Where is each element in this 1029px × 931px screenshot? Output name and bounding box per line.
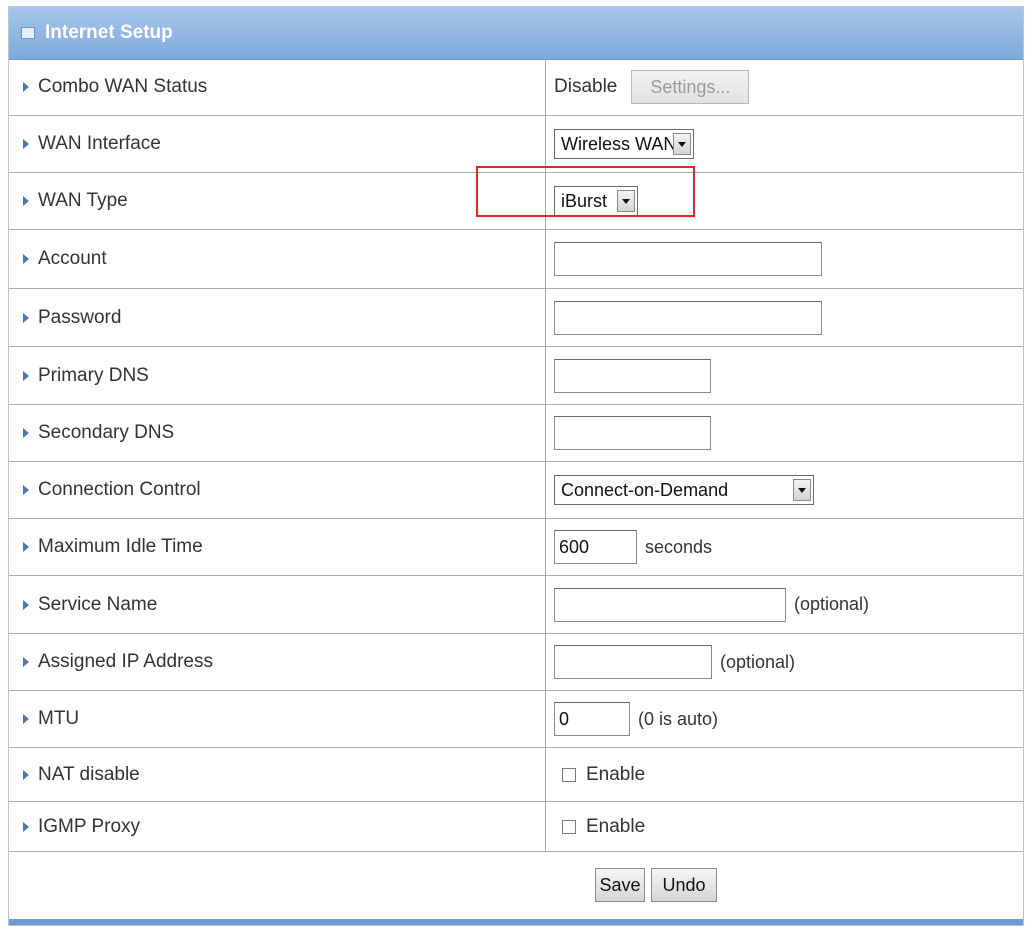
row-label: NAT disable — [38, 763, 140, 785]
bullet-arrow-icon — [23, 196, 29, 206]
secondary-dns-input[interactable] — [554, 416, 711, 450]
row-label: WAN Type — [38, 190, 128, 211]
bullet-arrow-icon — [23, 769, 29, 780]
row-label: Connection Control — [38, 479, 201, 500]
row-password: Password — [9, 289, 1023, 347]
panel-bottom-bar — [9, 919, 1023, 925]
combo-wan-status-value: Disable — [554, 76, 618, 97]
panel-header-icon — [21, 27, 35, 39]
row-service-name: Service Name (optional) — [9, 576, 1023, 634]
row-label: Secondary DNS — [38, 422, 175, 443]
row-igmp-proxy: IGMP Proxy Enable — [9, 802, 1023, 852]
primary-dns-input[interactable] — [554, 358, 711, 393]
chevron-down-icon[interactable] — [793, 479, 811, 501]
chevron-down-icon[interactable] — [617, 190, 635, 212]
mtu-input[interactable] — [554, 702, 630, 736]
nat-disable-checkbox-label: Enable — [586, 763, 646, 785]
row-account: Account — [9, 230, 1023, 289]
bullet-arrow-icon — [23, 254, 29, 264]
row-label: WAN Interface — [38, 133, 161, 154]
connection-control-selected: Connect-on-Demand — [561, 479, 729, 500]
mtu-hint: (0 is auto) — [638, 708, 719, 729]
row-label: Combo WAN Status — [38, 76, 208, 97]
password-input[interactable] — [554, 300, 822, 335]
account-input[interactable] — [554, 242, 822, 276]
wan-interface-select[interactable]: Wireless WAN — [554, 129, 694, 159]
assigned-ip-input[interactable] — [554, 645, 712, 679]
panel-header: Internet Setup — [9, 7, 1023, 60]
row-wan-type: WAN Type iBurst — [9, 173, 1023, 230]
chevron-down-icon[interactable] — [673, 133, 691, 155]
service-name-input[interactable] — [554, 587, 786, 622]
max-idle-time-input[interactable] — [554, 530, 637, 564]
row-assigned-ip: Assigned IP Address (optional) — [9, 634, 1023, 691]
form-actions: Save Undo — [9, 852, 1023, 918]
panel-title: Internet Setup — [45, 22, 173, 43]
bullet-arrow-icon — [23, 312, 29, 323]
row-label: MTU — [38, 708, 80, 729]
connection-control-select[interactable]: Connect-on-Demand — [554, 475, 814, 505]
row-nat-disable: NAT disable Enable — [9, 748, 1023, 802]
row-combo-wan-status: Combo WAN Status Disable Settings... — [9, 59, 1023, 116]
wan-interface-selected: Wireless WAN — [561, 133, 677, 154]
bullet-arrow-icon — [23, 139, 29, 149]
row-mtu: MTU (0 is auto) — [9, 691, 1023, 748]
bullet-arrow-icon — [23, 599, 29, 610]
row-label: Account — [38, 248, 107, 269]
nat-disable-checkbox[interactable] — [562, 767, 576, 782]
save-button[interactable]: Save — [595, 868, 645, 902]
undo-button[interactable]: Undo — [651, 868, 717, 902]
wan-type-select[interactable]: iBurst — [554, 186, 638, 216]
service-name-hint: (optional) — [794, 594, 870, 614]
row-secondary-dns: Secondary DNS — [9, 405, 1023, 462]
bullet-arrow-icon — [23, 542, 29, 552]
row-primary-dns: Primary DNS — [9, 347, 1023, 405]
row-label: Primary DNS — [38, 364, 149, 386]
bullet-arrow-icon — [23, 714, 29, 724]
igmp-proxy-checkbox[interactable] — [562, 819, 576, 834]
max-idle-time-unit: seconds — [645, 536, 713, 557]
bullet-arrow-icon — [23, 82, 29, 92]
row-label: Password — [38, 306, 122, 328]
row-label: Maximum Idle Time — [38, 536, 203, 557]
row-wan-interface: WAN Interface Wireless WAN — [9, 116, 1023, 173]
row-label: Service Name — [38, 593, 158, 615]
internet-setup-panel: Internet Setup Combo WAN Status Disable … — [8, 6, 1024, 926]
row-label: IGMP Proxy — [38, 815, 141, 837]
bullet-arrow-icon — [23, 370, 29, 381]
bullet-arrow-icon — [23, 657, 29, 667]
bullet-arrow-icon — [23, 485, 29, 495]
combo-wan-settings-button[interactable]: Settings... — [631, 70, 750, 104]
bullet-arrow-icon — [23, 428, 29, 438]
wan-type-selected: iBurst — [561, 190, 608, 211]
assigned-ip-hint: (optional) — [720, 651, 796, 672]
row-max-idle-time: Maximum Idle Time seconds — [9, 519, 1023, 576]
bullet-arrow-icon — [23, 821, 29, 832]
row-label: Assigned IP Address — [38, 651, 213, 672]
row-connection-control: Connection Control Connect-on-Demand — [9, 462, 1023, 519]
igmp-proxy-checkbox-label: Enable — [586, 815, 646, 837]
